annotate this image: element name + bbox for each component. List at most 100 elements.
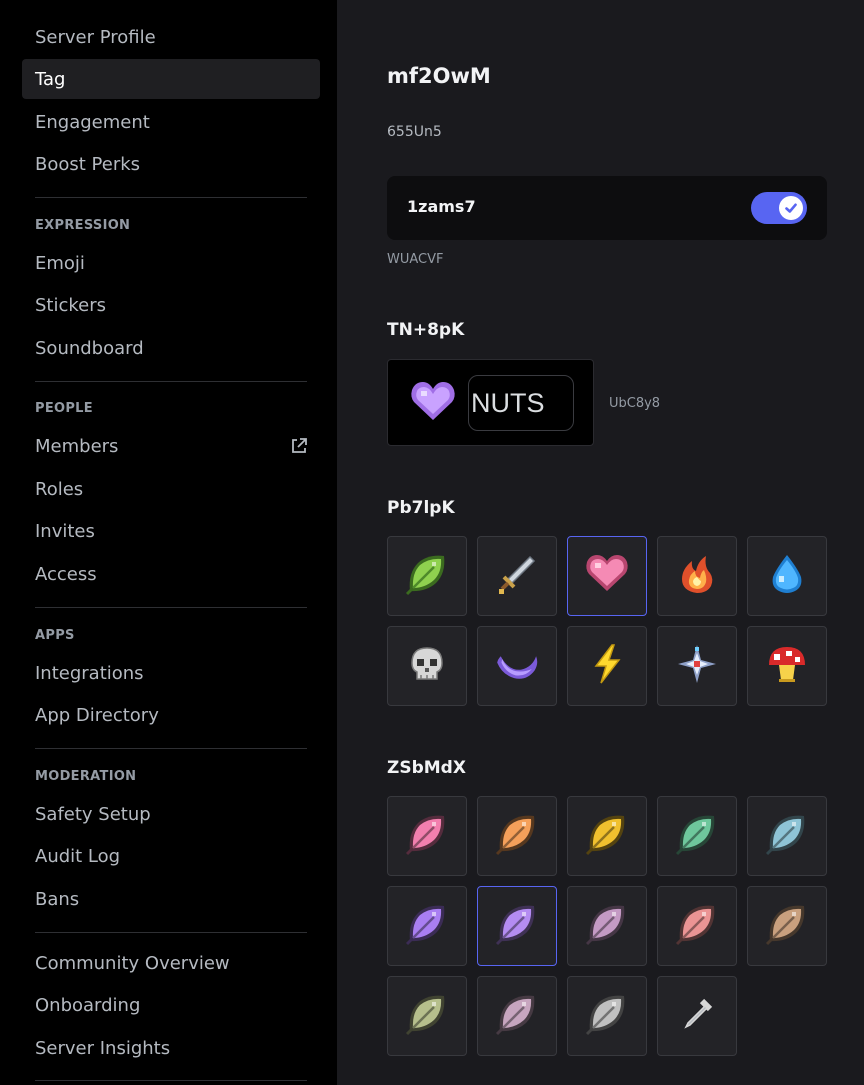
sidebar-item-members[interactable]: Members bbox=[22, 426, 320, 466]
tile-leaf-blue[interactable] bbox=[747, 796, 827, 876]
tile-heart[interactable] bbox=[567, 536, 647, 616]
sword-icon bbox=[494, 551, 540, 601]
sidebar-divider bbox=[35, 932, 307, 933]
leaf-blue-icon bbox=[764, 811, 810, 861]
sidebar-item-stickers[interactable]: Stickers bbox=[22, 285, 320, 325]
color-heading: ZSbMdX bbox=[387, 758, 466, 778]
sidebar-item-emoji[interactable]: Emoji bbox=[22, 243, 320, 283]
tile-eyedropper[interactable] bbox=[657, 976, 737, 1056]
leaf-icon bbox=[404, 551, 450, 601]
sidebar-item-label: Roles bbox=[35, 478, 84, 500]
tile-lightning[interactable] bbox=[567, 626, 647, 706]
sidebar-item-label: Invites bbox=[35, 520, 95, 542]
sidebar-item-label: Members bbox=[35, 435, 119, 457]
leaf-tan-icon bbox=[764, 901, 810, 951]
leaf-pink-icon bbox=[404, 811, 450, 861]
sidebar-item-label: Soundboard bbox=[35, 337, 144, 359]
external-link-icon bbox=[290, 437, 308, 455]
toggle-note: WUACVF bbox=[387, 252, 444, 267]
sidebar-item-engagement[interactable]: Engagement bbox=[22, 102, 320, 142]
sidebar-item-invites[interactable]: Invites bbox=[22, 511, 320, 551]
page-description: 655Un5 bbox=[387, 124, 442, 140]
tile-sparkle[interactable] bbox=[657, 626, 737, 706]
leaf-olive-icon bbox=[404, 991, 450, 1041]
tile-leaf-green[interactable] bbox=[657, 796, 737, 876]
leaf-orange-icon bbox=[494, 811, 540, 861]
tag-toggle-switch[interactable] bbox=[751, 192, 807, 224]
badge-heading: Pb7lpK bbox=[387, 498, 455, 518]
settings-sidebar: Server Profile Tag Engagement Boost Perks EX… bbox=[0, 0, 337, 1085]
sidebar-item-label: Bans bbox=[35, 888, 80, 910]
tile-water-drop[interactable] bbox=[747, 536, 827, 616]
leaf-yellow-icon bbox=[584, 811, 630, 861]
fire-icon bbox=[674, 551, 720, 601]
sidebar-item-roles[interactable]: Roles bbox=[22, 469, 320, 509]
tile-mushroom[interactable] bbox=[747, 626, 827, 706]
tag-toggle-row: 1zams7 bbox=[387, 176, 827, 240]
tile-skull[interactable] bbox=[387, 626, 467, 706]
tile-leaf[interactable] bbox=[387, 536, 467, 616]
sidebar-item-access[interactable]: Access bbox=[22, 554, 320, 594]
sidebar-item-label: Access bbox=[35, 563, 97, 585]
tile-leaf-rose[interactable] bbox=[477, 976, 557, 1056]
sidebar-item-label: Safety Setup bbox=[35, 803, 151, 825]
tag-text-input[interactable]: NUTS bbox=[468, 375, 574, 431]
sidebar-item-community-overview[interactable]: Community Overview bbox=[22, 943, 320, 983]
sidebar-item-label: Audit Log bbox=[35, 845, 121, 867]
lightning-icon bbox=[584, 641, 630, 691]
mushroom-icon bbox=[764, 641, 810, 691]
sidebar-divider bbox=[35, 1080, 307, 1081]
crescent-moon-icon bbox=[494, 641, 540, 691]
tile-leaf-gray[interactable] bbox=[567, 976, 647, 1056]
heart-icon bbox=[584, 551, 630, 601]
preview-heading: TN+8pK bbox=[387, 320, 465, 340]
sidebar-item-bans[interactable]: Bans bbox=[22, 879, 320, 919]
heart-badge-icon bbox=[410, 380, 456, 422]
tile-leaf-pink[interactable] bbox=[387, 796, 467, 876]
tile-crescent-moon[interactable] bbox=[477, 626, 557, 706]
page-title: mf2OwM bbox=[387, 64, 491, 88]
sidebar-item-onboarding[interactable]: Onboarding bbox=[22, 985, 320, 1025]
sidebar-item-safety-setup[interactable]: Safety Setup bbox=[22, 794, 320, 834]
skull-icon bbox=[404, 641, 450, 691]
tile-leaf-lavender[interactable] bbox=[477, 886, 557, 966]
tile-leaf-orange[interactable] bbox=[477, 796, 557, 876]
sidebar-item-label: App Directory bbox=[35, 704, 159, 726]
tile-fire[interactable] bbox=[657, 536, 737, 616]
sparkle-icon bbox=[674, 641, 720, 691]
sidebar-item-label: Community Overview bbox=[35, 952, 230, 974]
sidebar-item-app-directory[interactable]: App Directory bbox=[22, 695, 320, 735]
section-header-apps: APPS bbox=[35, 628, 75, 643]
tag-preview: NUTS bbox=[387, 359, 594, 446]
preview-note: UbC8y8 bbox=[609, 396, 661, 411]
leaf-lavender-icon bbox=[494, 901, 540, 951]
tile-sword[interactable] bbox=[477, 536, 557, 616]
tile-leaf-salmon[interactable] bbox=[657, 886, 737, 966]
tile-leaf-violet[interactable] bbox=[387, 886, 467, 966]
tile-leaf-olive[interactable] bbox=[387, 976, 467, 1056]
sidebar-item-audit-log[interactable]: Audit Log bbox=[22, 836, 320, 876]
sidebar-item-server-profile[interactable]: Server Profile bbox=[22, 17, 320, 57]
sidebar-item-label: Stickers bbox=[35, 294, 107, 316]
section-header-people: PEOPLE bbox=[35, 401, 93, 416]
sidebar-divider bbox=[35, 381, 307, 382]
leaf-salmon-icon bbox=[674, 901, 720, 951]
sidebar-item-server-insights[interactable]: Server Insights bbox=[22, 1028, 320, 1068]
tile-leaf-yellow[interactable] bbox=[567, 796, 647, 876]
tile-leaf-mauve[interactable] bbox=[567, 886, 647, 966]
sidebar-item-integrations[interactable]: Integrations bbox=[22, 653, 320, 693]
sidebar-item-boost-perks[interactable]: Boost Perks bbox=[22, 144, 320, 184]
leaf-mauve-icon bbox=[584, 901, 630, 951]
sidebar-item-tag[interactable]: Tag bbox=[22, 59, 320, 99]
sidebar-item-label: Integrations bbox=[35, 662, 144, 684]
tag-settings-panel: mf2OwM 655Un5 1zams7 WUACVF TN+8pK NUTS … bbox=[337, 0, 864, 1085]
water-drop-icon bbox=[764, 551, 810, 601]
section-header-moderation: MODERATION bbox=[35, 769, 137, 784]
sidebar-divider bbox=[35, 607, 307, 608]
tag-toggle-label: 1zams7 bbox=[407, 197, 476, 216]
sidebar-item-soundboard[interactable]: Soundboard bbox=[22, 328, 320, 368]
section-header-expression: EXPRESSION bbox=[35, 218, 131, 233]
sidebar-item-label: Onboarding bbox=[35, 994, 141, 1016]
tile-leaf-tan[interactable] bbox=[747, 886, 827, 966]
checkmark-icon bbox=[779, 196, 803, 220]
